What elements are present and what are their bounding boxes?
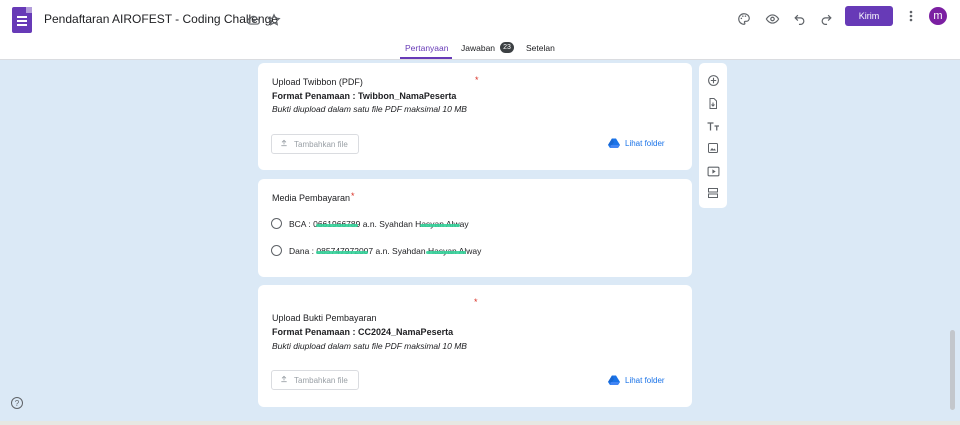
view-folder-label: Lihat folder (625, 138, 665, 148)
add-title-icon[interactable] (705, 118, 721, 134)
add-file-label: Tambahkan file (294, 375, 348, 385)
view-folder-label: Lihat folder (625, 375, 665, 385)
tab-jawaban[interactable]: Jawaban (461, 43, 495, 53)
tab-setelan[interactable]: Setelan (526, 43, 555, 53)
add-video-icon[interactable] (705, 163, 721, 179)
view-folder-link[interactable]: Lihat folder (608, 375, 665, 385)
add-section-icon[interactable] (705, 185, 721, 201)
question-title: Media Pembayaran (272, 193, 351, 203)
radio-bca[interactable] (271, 218, 282, 229)
avatar[interactable]: m (929, 7, 947, 25)
add-file-button[interactable]: Tambahkan file (271, 370, 359, 390)
redo-icon[interactable] (817, 10, 835, 28)
highlight-mark (426, 251, 466, 254)
response-count-badge: 23 (500, 42, 514, 53)
highlight-mark (316, 251, 368, 254)
required-asterisk: * (351, 191, 355, 201)
page-scrollbar[interactable] (950, 330, 955, 410)
question-card-payment-proof[interactable]: * Upload Bukti Pembayaran Format Penamaa… (258, 285, 692, 407)
forms-logo-icon[interactable] (12, 7, 32, 33)
upload-icon (280, 139, 288, 149)
preview-eye-icon[interactable] (763, 10, 781, 28)
add-image-icon[interactable] (705, 140, 721, 156)
add-file-button[interactable]: Tambahkan file (271, 134, 359, 154)
question-title: Upload Twibbon (PDF) (272, 77, 363, 87)
document-title[interactable]: Pendaftaran AIROFEST - Coding Challenge (44, 12, 278, 26)
import-questions-icon[interactable] (705, 95, 721, 111)
add-question-icon[interactable] (705, 72, 721, 88)
send-button[interactable]: Kirim (845, 6, 893, 26)
view-folder-link[interactable]: Lihat folder (608, 138, 665, 148)
undo-icon[interactable] (790, 10, 808, 28)
google-drive-icon (608, 138, 620, 148)
radio-dana[interactable] (271, 245, 282, 256)
required-asterisk: * (474, 297, 478, 307)
format-label: Format Penamaan : Twibbon_NamaPeserta (272, 91, 457, 101)
highlight-mark (316, 224, 358, 227)
question-title: Upload Bukti Pembayaran (272, 313, 377, 323)
help-icon[interactable]: ? (11, 397, 23, 409)
question-card-payment-media[interactable]: Media Pembayaran * BCA : 0661966789 a.n.… (258, 179, 692, 277)
more-options-icon[interactable] (902, 7, 920, 25)
upload-icon (280, 375, 288, 385)
question-description: Bukti diupload dalam satu file PDF maksi… (272, 341, 467, 351)
question-description: Bukti diupload dalam satu file PDF maksi… (272, 104, 467, 114)
active-tab-indicator (400, 57, 452, 59)
tab-pertanyaan[interactable]: Pertanyaan (405, 43, 448, 53)
app-header: Pendaftaran AIROFEST - Coding Challenge … (0, 0, 960, 60)
star-icon[interactable] (265, 11, 283, 29)
format-label: Format Penamaan : CC2024_NamaPeserta (272, 327, 454, 337)
bottom-edge (0, 421, 960, 425)
move-to-folder-icon[interactable] (245, 11, 263, 29)
question-card-twibbon[interactable]: Upload Twibbon (PDF) * Format Penamaan :… (258, 63, 692, 170)
palette-icon[interactable] (735, 10, 753, 28)
required-asterisk: * (475, 75, 479, 85)
google-drive-icon (608, 375, 620, 385)
highlight-mark (420, 224, 460, 227)
floating-toolbar (699, 63, 727, 208)
add-file-label: Tambahkan file (294, 139, 348, 149)
